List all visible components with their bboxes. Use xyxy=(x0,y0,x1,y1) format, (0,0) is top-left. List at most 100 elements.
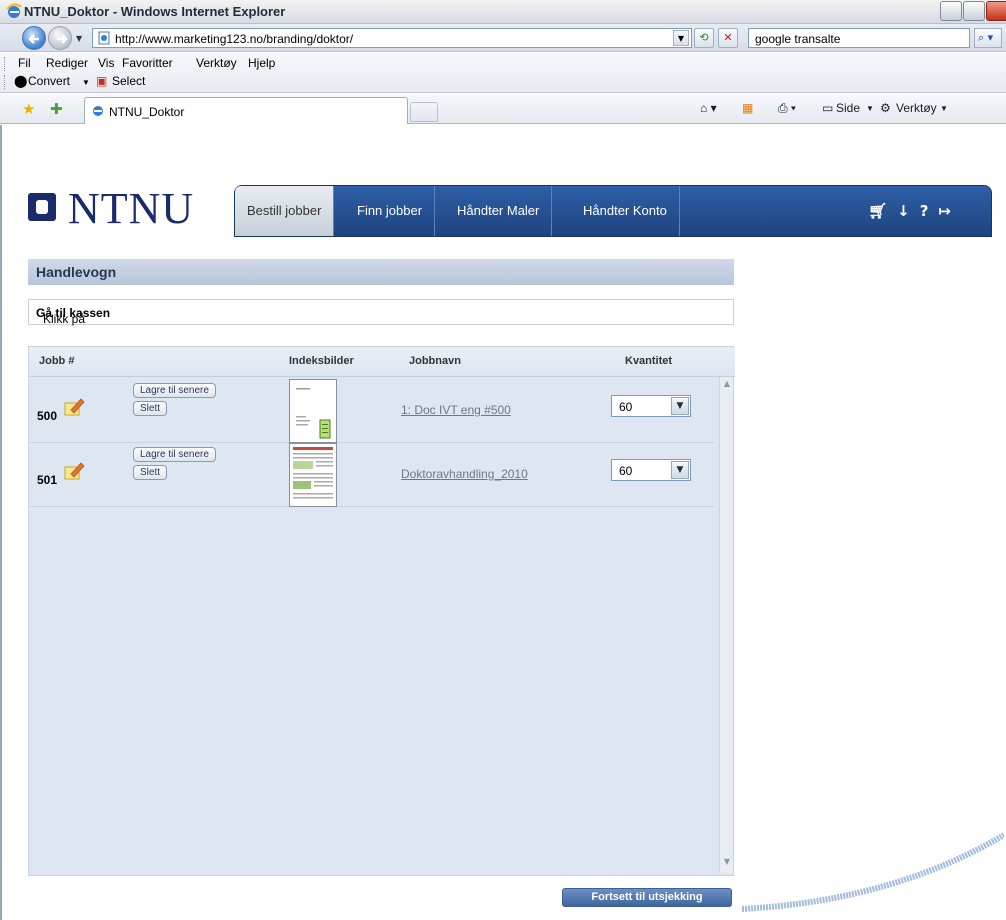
recent-pages-dropdown-icon[interactable]: ▼ xyxy=(76,34,82,43)
quantity-select[interactable]: 60 ▼ xyxy=(611,459,691,481)
cart-icon[interactable]: 🛒︎ xyxy=(868,202,897,220)
maximize-button[interactable] xyxy=(963,1,985,21)
nav-handter-maler[interactable]: Håndter Maler xyxy=(445,186,553,236)
save-for-later-button[interactable]: Lagre til senere xyxy=(133,447,216,462)
logout-icon[interactable]: ↦ xyxy=(938,202,961,220)
gear-icon: ⚙ xyxy=(880,101,891,115)
col-name: Jobbnavn xyxy=(409,355,461,367)
instruction-text: Klikk på Gå til kassen. xyxy=(36,306,111,326)
refresh-button[interactable]: ⟲ xyxy=(694,28,714,48)
col-qty: Kvantitet xyxy=(625,355,673,367)
quantity-value: 60 xyxy=(619,400,633,414)
stop-button[interactable]: ✕ xyxy=(718,28,738,48)
chevron-down-icon[interactable]: ▼ xyxy=(671,397,689,415)
table-row: 501 Lagre til senere Slett Doktoravhandl… xyxy=(29,443,715,507)
convert-dropdown-icon[interactable]: ▼ xyxy=(82,78,90,87)
job-number: 500 xyxy=(37,409,58,423)
home-icon[interactable]: ⌂ ▾ xyxy=(700,101,717,115)
favorites-star-icon[interactable]: ★ xyxy=(22,100,35,118)
delete-button[interactable]: Slett xyxy=(133,401,168,416)
select-icon: ▣ xyxy=(96,74,108,88)
decorative-swoosh xyxy=(742,832,1004,912)
menu-rediger[interactable]: Rediger xyxy=(46,56,88,70)
menu-vis[interactable]: Vis xyxy=(98,56,114,70)
page-menu[interactable]: Side xyxy=(836,101,860,115)
select-button[interactable]: Select xyxy=(112,74,145,88)
internet-explorer-icon xyxy=(6,3,22,18)
col-thumbs: Indeksbilder xyxy=(289,355,354,367)
delete-button[interactable]: Slett xyxy=(133,465,168,480)
tools-dropdown-icon[interactable]: ▼ xyxy=(940,104,948,113)
tab-label: NTNU_Doktor xyxy=(109,105,185,119)
main-navigation: Bestill jobber Finn jobber Håndter Maler… xyxy=(234,185,992,237)
page-dropdown-icon[interactable]: ▼ xyxy=(866,104,874,113)
toolbar-grip xyxy=(4,75,6,89)
tab-bar: ★ ✚ NTNU_Doktor ⌂ ▾ ▦ ⎙ ▾ ▭ Side ▼ ⚙ Ver… xyxy=(0,94,1006,124)
forward-arrow-icon xyxy=(57,34,68,44)
thumbnail-image[interactable] xyxy=(289,379,337,443)
cart-scrollbar[interactable]: ▲ ▼ xyxy=(719,377,733,873)
search-value: google transalte xyxy=(755,32,841,46)
page-content: NTNU Bestill jobber Finn jobber Håndter … xyxy=(0,125,1006,920)
back-button[interactable] xyxy=(22,26,46,50)
edit-icon[interactable] xyxy=(63,461,85,481)
close-button[interactable] xyxy=(986,1,1006,21)
logo-mark-icon xyxy=(28,193,56,221)
menu-fil[interactable]: Fil xyxy=(18,56,31,70)
cart-header: Handlevogn xyxy=(28,259,734,285)
add-favorites-icon[interactable]: ✚ xyxy=(50,100,63,118)
forward-button[interactable] xyxy=(48,26,72,50)
toolbar-grip xyxy=(4,57,6,71)
save-for-later-button[interactable]: Lagre til senere xyxy=(133,383,216,398)
cart-column-headers: Jobb # Indeksbilder Jobbnavn Kvantitet xyxy=(29,347,735,377)
internet-explorer-icon xyxy=(93,106,103,116)
new-tab-button[interactable] xyxy=(410,102,438,122)
nav-bestill-jobber[interactable]: Bestill jobber xyxy=(235,186,335,236)
menu-hjelp[interactable]: Hjelp xyxy=(248,56,275,70)
cart-title: Handlevogn xyxy=(36,264,117,280)
address-url: http://www.marketing123.no/branding/dokt… xyxy=(115,32,354,46)
convert-icon: ⬤ xyxy=(14,74,28,88)
quantity-select[interactable]: 60 ▼ xyxy=(611,395,691,417)
table-row: 500 Lagre til senere Slett 1: Doc IVT en… xyxy=(29,379,715,443)
document-preview-icon xyxy=(296,388,331,439)
search-input[interactable]: google transalte xyxy=(748,28,970,48)
nav-icon-group: 🛒︎↓?↦ xyxy=(868,186,961,236)
address-dropdown-icon[interactable]: ▼ xyxy=(673,30,689,46)
address-toolbar: ▼ http://www.marketing123.no/branding/do… xyxy=(0,24,1006,52)
scroll-up-icon[interactable]: ▲ xyxy=(721,379,733,393)
scroll-down-icon[interactable]: ▼ xyxy=(721,857,733,871)
edit-icon[interactable] xyxy=(63,397,85,417)
job-name-link[interactable]: 1: Doc IVT eng #500 xyxy=(401,403,511,417)
minimize-button[interactable] xyxy=(940,1,962,21)
proceed-to-checkout-button[interactable]: Fortsett til utsjekking xyxy=(562,888,732,907)
menu-verktoy[interactable]: Verktøy xyxy=(196,56,237,70)
document-preview-icon xyxy=(293,447,333,499)
nav-handter-konto[interactable]: Håndter Konto xyxy=(571,186,680,236)
magnifier-icon: ⌕ ▾ xyxy=(978,31,994,44)
convert-button[interactable]: Convert xyxy=(28,74,70,88)
page-icon: ▭ xyxy=(822,101,834,115)
thumbnail-image[interactable] xyxy=(289,443,337,507)
feeds-icon[interactable]: ▦ xyxy=(742,101,753,115)
col-job: Jobb # xyxy=(39,355,75,367)
job-number: 501 xyxy=(37,473,58,487)
cart-panel: Jobb # Indeksbilder Jobbnavn Kvantitet 5… xyxy=(28,346,735,876)
page-icon xyxy=(98,31,110,45)
menu-bar: Fil Rediger Vis Favoritter Verktøy Hjelp… xyxy=(0,53,1006,93)
chevron-down-icon[interactable]: ▼ xyxy=(671,461,689,479)
address-input[interactable]: http://www.marketing123.no/branding/dokt… xyxy=(92,28,692,48)
window-title: NTNU_Doktor - Windows Internet Explorer xyxy=(24,4,286,19)
job-name-link[interactable]: Doktoravhandling_2010 xyxy=(401,467,528,481)
instruction-box: Klikk på Gå til kassen. xyxy=(28,299,734,326)
download-icon[interactable]: ↓ xyxy=(897,202,920,220)
menu-favoritter[interactable]: Favoritter xyxy=(122,56,173,70)
tab-ntnu-doktor[interactable]: NTNU_Doktor xyxy=(84,97,408,124)
nav-finn-jobber[interactable]: Finn jobber xyxy=(345,186,436,236)
help-icon[interactable]: ? xyxy=(920,202,939,220)
quantity-value: 60 xyxy=(619,464,633,478)
logo-text: NTNU xyxy=(68,184,195,233)
search-button[interactable]: ⌕ ▾ xyxy=(974,28,1002,48)
tools-menu[interactable]: Verktøy xyxy=(896,101,937,115)
print-icon[interactable]: ⎙ ▾ xyxy=(778,101,796,116)
